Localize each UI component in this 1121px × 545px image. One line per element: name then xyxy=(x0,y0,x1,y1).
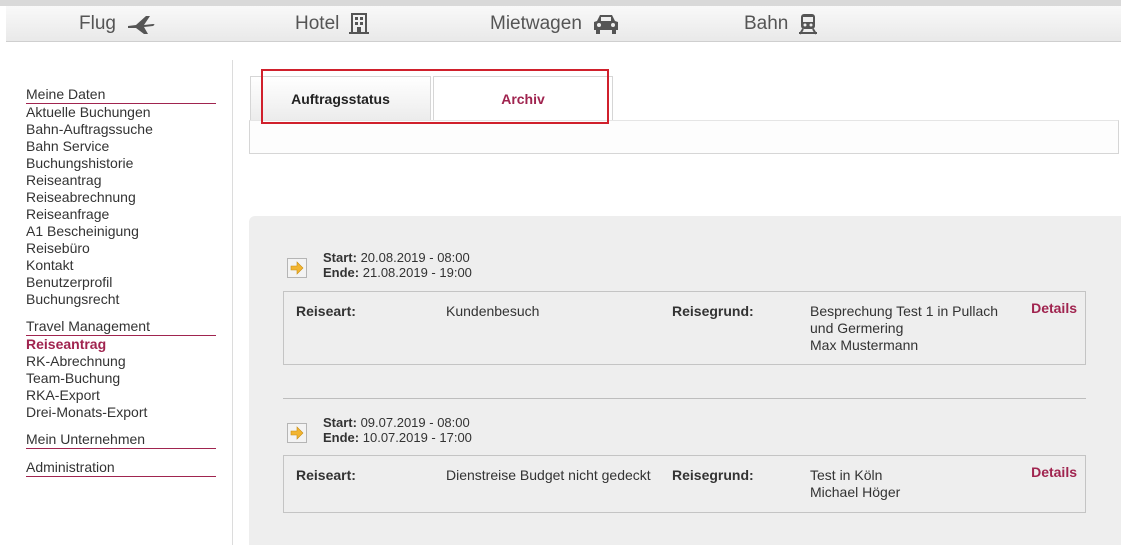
sidebar-section-mein-unternehmen[interactable]: Mein Unternehmen xyxy=(26,431,216,449)
sidebar-item-bahn-service[interactable]: Bahn Service xyxy=(26,138,216,155)
tab-archiv[interactable]: Archiv xyxy=(433,76,613,120)
tab-archiv-label: Archiv xyxy=(501,90,545,107)
airplane-icon xyxy=(126,13,156,35)
hotel-building-icon xyxy=(349,13,370,35)
arrow-right-icon[interactable] xyxy=(287,423,307,443)
sidebar-item-reiseanfrage[interactable]: Reiseanfrage xyxy=(26,206,216,223)
nav-hotel-label: Hotel xyxy=(295,13,340,34)
nav-hotel[interactable]: Hotel xyxy=(295,6,370,42)
end-label: Ende: xyxy=(323,430,360,445)
start-date: 20.08.2019 - 08:00 xyxy=(360,250,470,265)
sidebar-item-team-buchung[interactable]: Team-Buchung xyxy=(26,370,216,387)
sidebar-item-reiseabrechnung[interactable]: Reiseabrechnung xyxy=(26,189,216,206)
start-label: Start: xyxy=(323,250,357,265)
sidebar-section-travel-management: Travel Management xyxy=(26,318,216,336)
sidebar-item-buchungsrecht[interactable]: Buchungsrecht xyxy=(26,291,216,308)
end-label: Ende: xyxy=(323,265,360,280)
start-label: Start: xyxy=(323,415,357,430)
traveler-name: Michael Höger xyxy=(810,484,901,500)
sidebar-item-reisebuero[interactable]: Reisebüro xyxy=(26,240,216,257)
tab-auftragsstatus-label: Auftragsstatus xyxy=(291,90,390,107)
trip-entry: Start: 09.07.2019 - 08:00 Ende: 10.07.20… xyxy=(283,415,1086,513)
trip-separator xyxy=(283,398,1086,399)
reiseart-label: Reiseart: xyxy=(296,467,356,483)
tab-auftragsstatus[interactable]: Auftragsstatus xyxy=(250,76,431,120)
sidebar-item-drei-monats-export[interactable]: Drei-Monats-Export xyxy=(26,404,216,421)
reiseart-label: Reiseart: xyxy=(296,303,356,319)
nav-flug-label: Flug xyxy=(79,13,116,34)
sidebar-item-benutzerprofil[interactable]: Benutzerprofil xyxy=(26,274,216,291)
sidebar-item-rk-abrechnung[interactable]: RK-Abrechnung xyxy=(26,353,216,370)
reiseart-value: Kundenbesuch xyxy=(446,303,540,319)
orders-panel: Start: 20.08.2019 - 08:00 Ende: 21.08.20… xyxy=(249,216,1121,545)
sidebar-item-kontakt[interactable]: Kontakt xyxy=(26,257,216,274)
trip-header: Start: 20.08.2019 - 08:00 Ende: 21.08.20… xyxy=(283,250,1086,288)
reisegrund-value: Besprechung Test 1 in Pullach und Germer… xyxy=(810,303,999,336)
tabs-content-bar xyxy=(249,120,1119,154)
sidebar-item-rka-export[interactable]: RKA-Export xyxy=(26,387,216,404)
nav-mietwagen-label: Mietwagen xyxy=(490,13,582,34)
trip-dates: Start: 20.08.2019 - 08:00 Ende: 21.08.20… xyxy=(323,250,472,280)
traveler-name: Max Mustermann xyxy=(810,337,919,353)
nav-flug[interactable]: Flug xyxy=(79,6,156,42)
end-date: 21.08.2019 - 19:00 xyxy=(362,265,472,280)
train-icon xyxy=(798,13,818,35)
sidebar-item-aktuelle-buchungen[interactable]: Aktuelle Buchungen xyxy=(26,104,216,121)
nav-bahn[interactable]: Bahn xyxy=(744,6,818,42)
details-link[interactable]: Details xyxy=(1031,464,1077,480)
top-navigation: Flug Hotel Mietwagen Bahn xyxy=(6,6,1121,42)
reisegrund-label: Reisegrund: xyxy=(672,467,754,483)
sidebar-section-administration[interactable]: Administration xyxy=(26,459,216,477)
sidebar-item-buchungshistorie[interactable]: Buchungshistorie xyxy=(26,155,216,172)
trip-detail-box: Reiseart: Kundenbesuch Reisegrund: Bespr… xyxy=(283,291,1086,365)
trip-header: Start: 09.07.2019 - 08:00 Ende: 10.07.20… xyxy=(283,415,1086,453)
trip-detail-box: Reiseart: Dienstreise Budget nicht gedec… xyxy=(283,455,1086,513)
sidebar-item-a1-bescheinigung[interactable]: A1 Bescheinigung xyxy=(26,223,216,240)
arrow-right-icon[interactable] xyxy=(287,258,307,278)
start-date: 09.07.2019 - 08:00 xyxy=(360,415,470,430)
reiseart-value: Dienstreise Budget nicht gedeckt xyxy=(446,467,651,483)
end-date: 10.07.2019 - 17:00 xyxy=(362,430,472,445)
sidebar-section-meine-daten: Meine Daten xyxy=(26,86,216,104)
reisegrund-label: Reisegrund: xyxy=(672,303,754,319)
sidebar-item-tm-reiseantrag[interactable]: Reiseantrag xyxy=(26,336,216,353)
details-link[interactable]: Details xyxy=(1031,300,1077,316)
car-icon xyxy=(592,13,620,35)
reisegrund-value: Test in Köln xyxy=(810,467,883,483)
nav-mietwagen[interactable]: Mietwagen xyxy=(490,6,620,42)
trip-entry: Start: 20.08.2019 - 08:00 Ende: 21.08.20… xyxy=(283,250,1086,365)
sidebar-divider xyxy=(232,60,233,545)
sidebar-item-bahn-auftragssuche[interactable]: Bahn-Auftragssuche xyxy=(26,121,216,138)
sidebar: Meine Daten Aktuelle Buchungen Bahn-Auft… xyxy=(26,86,216,477)
trip-dates: Start: 09.07.2019 - 08:00 Ende: 10.07.20… xyxy=(323,415,472,445)
sidebar-item-reiseantrag[interactable]: Reiseantrag xyxy=(26,172,216,189)
nav-bahn-label: Bahn xyxy=(744,13,789,34)
